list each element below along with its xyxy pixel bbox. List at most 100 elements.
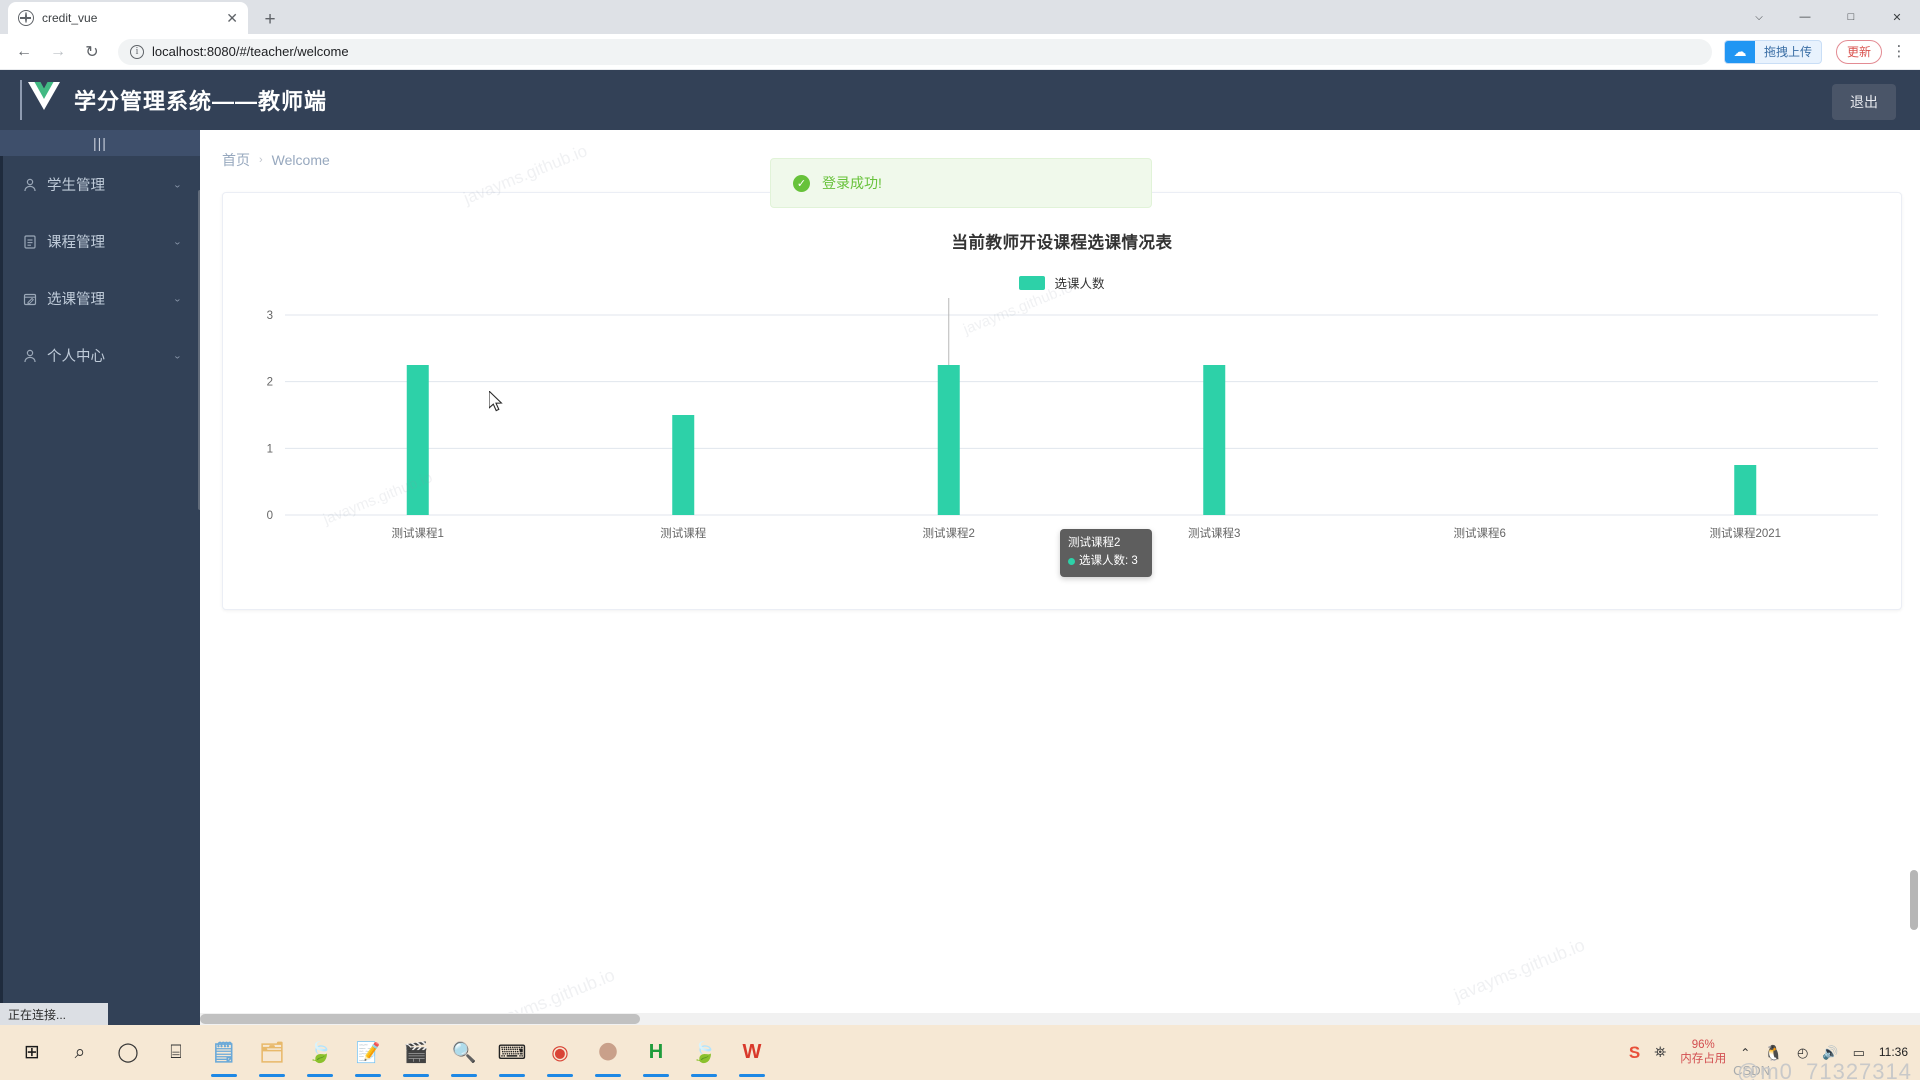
idea-app[interactable]: 🌑: [584, 1027, 632, 1079]
people-icon[interactable]: ⛯: [1654, 1044, 1666, 1061]
bar[interactable]: [1203, 365, 1226, 515]
web-page: 学分管理系统——教师端 退出 学生管理 ⌄ 课程管理 ⌄: [0, 70, 1920, 1025]
hbuilder-icon: H: [648, 1041, 664, 1063]
editor-app[interactable]: 📝: [344, 1027, 392, 1079]
address-bar-url: localhost:8080/#/teacher/welcome: [152, 44, 349, 59]
sidebar-collapse-button[interactable]: [0, 130, 200, 156]
update-button[interactable]: 更新: [1835, 39, 1882, 64]
search-button[interactable]: ⌕: [56, 1027, 104, 1079]
x-axis-tick-label: 测试课程6: [1454, 527, 1506, 540]
windows-taskbar: ⊞ ⌕ ◯ ⌸ 🗒 🗂 🍃 📝 🎬 🔍 ⌨ ◉ 🌑 H 🍃 W S ⛯ 96% 内存占用 ⌃ 🐧 ◴ 🔊 ▭ …: [0, 1025, 1920, 1080]
start-button[interactable]: ⊞: [8, 1027, 56, 1079]
task-view-icon: ⌸: [170, 1041, 182, 1063]
breadcrumb-current: Welcome: [271, 152, 330, 168]
cortana-button[interactable]: ◯: [104, 1027, 152, 1079]
spring-app[interactable]: 🍃: [680, 1027, 728, 1079]
minimize-button[interactable]: —: [1782, 0, 1828, 34]
tooltip-category: 测试课程2: [1068, 537, 1121, 549]
horizontal-scrollbar[interactable]: [200, 1013, 1920, 1025]
memory-usage-indicator[interactable]: 96% 内存占用: [1680, 1039, 1726, 1067]
video-app[interactable]: 🎬: [392, 1027, 440, 1079]
sidebar-item-label: 选课管理: [47, 292, 105, 308]
sidebar: 学生管理 ⌄ 课程管理 ⌄ 选课管理 ⌄: [0, 130, 200, 1025]
logout-button[interactable]: 退出: [1832, 84, 1896, 120]
site-info-icon[interactable]: i: [130, 44, 144, 59]
search-icon: ⌕: [74, 1041, 86, 1063]
check-circle-icon: ✓: [793, 174, 810, 192]
browser-toolbar: ← → ↻ i localhost:8080/#/teacher/welcome…: [0, 34, 1920, 70]
hbuilder-app[interactable]: H: [632, 1027, 680, 1079]
memory-label: 内存占用: [1680, 1052, 1727, 1065]
baidu-netdisk-extension[interactable]: ☁ 拖拽上传: [1723, 39, 1822, 64]
editor-icon: 📝: [355, 1042, 381, 1064]
browser-tab[interactable]: credit_vue ✕: [8, 2, 248, 34]
everything-app[interactable]: 🔍: [440, 1027, 488, 1079]
wps-icon: W: [742, 1041, 762, 1063]
spring-icon: 🍃: [691, 1042, 717, 1064]
x-axis-tick-label: 测试课程2: [923, 527, 975, 540]
file-explorer-icon: 🗂: [259, 1042, 285, 1064]
idea-icon: 🌑: [597, 1042, 619, 1064]
vertical-scrollbar-thumb[interactable]: [1910, 870, 1918, 930]
y-axis-tick-label: 2: [267, 377, 273, 389]
window-controls: ⌵ — □ ✕: [1736, 0, 1920, 34]
toast-message: 登录成功!: [822, 175, 882, 191]
main-content: 首页 › Welcome 当前教师开设课程选课情况表 选课人数 0 1 2 3 测试课程…: [200, 130, 1920, 1025]
chevron-down-icon: ⌄: [172, 180, 182, 190]
chevron-down-icon: ⌄: [172, 237, 182, 247]
calendar-edit-icon: [22, 291, 38, 307]
browser-tab-strip: credit_vue ✕ + ⌵ — □ ✕: [0, 0, 1920, 34]
chevron-down-icon: ⌄: [172, 351, 182, 361]
sidebar-item-label: 学生管理: [47, 178, 105, 194]
y-axis-tick-label: 0: [267, 510, 273, 522]
clock[interactable]: 11:36: [1879, 1045, 1908, 1060]
y-axis-tick-label: 3: [267, 310, 273, 322]
terminal-app[interactable]: ⌨: [488, 1027, 536, 1079]
chart-tooltip: 测试课程2 选课人数: 3: [1060, 529, 1152, 577]
task-view-button[interactable]: ⌸: [152, 1027, 200, 1079]
app-header: 学分管理系统——教师端 退出: [0, 70, 1920, 130]
chrome-app[interactable]: ◉: [536, 1027, 584, 1079]
x-axis-tick-label: 测试课程: [660, 527, 706, 540]
sidebar-item-course-selection-management[interactable]: 选课管理 ⌄: [0, 270, 200, 327]
new-tab-button[interactable]: +: [258, 10, 282, 29]
netdisk-icon: ☁: [1724, 40, 1755, 63]
x-axis-tick-label: 测试课程3: [1188, 527, 1240, 540]
bar[interactable]: [937, 365, 960, 515]
address-bar[interactable]: i localhost:8080/#/teacher/welcome: [118, 38, 1712, 65]
navicat-app[interactable]: 🍃: [296, 1027, 344, 1079]
sidebar-item-course-management[interactable]: 课程管理 ⌄: [0, 213, 200, 270]
close-icon[interactable]: ✕: [226, 11, 238, 25]
chevron-up-icon[interactable]: ⌃: [1740, 1046, 1750, 1060]
maximize-button[interactable]: □: [1828, 0, 1874, 34]
close-window-button[interactable]: ✕: [1874, 0, 1920, 34]
sogou-input-icon[interactable]: S: [1629, 1043, 1640, 1063]
wps-app[interactable]: W: [728, 1027, 776, 1079]
breadcrumb-home[interactable]: 首页: [222, 150, 250, 170]
horizontal-scrollbar-thumb[interactable]: [200, 1014, 640, 1024]
user-watermark: @m0_71327314: [1736, 1059, 1912, 1080]
site-watermark: javayms.github.io: [1451, 934, 1588, 1006]
file-explorer-app[interactable]: 🗂: [248, 1027, 296, 1079]
screen: credit_vue ✕ + ⌵ — □ ✕ ← → ↻ i localhost…: [0, 0, 1920, 1080]
notepad-icon: 🗒: [211, 1042, 237, 1064]
reload-icon[interactable]: ↻: [78, 38, 106, 66]
back-icon[interactable]: ←: [10, 38, 38, 66]
tooltip-value-text: 选课人数: 3: [1079, 554, 1138, 567]
everything-icon: 🔍: [451, 1042, 477, 1064]
browser-tab-title: credit_vue: [42, 11, 98, 25]
bar[interactable]: [672, 415, 695, 515]
user-icon: [22, 177, 38, 193]
bar[interactable]: [406, 365, 429, 515]
browser-menu-icon[interactable]: ⋮: [1888, 44, 1910, 59]
success-toast[interactable]: ✓ 登录成功!: [770, 158, 1152, 208]
notepad-app[interactable]: 🗒: [200, 1027, 248, 1079]
tab-search-icon[interactable]: ⌵: [1736, 0, 1782, 34]
bar[interactable]: [1734, 465, 1757, 515]
sidebar-item-personal-center[interactable]: 个人中心 ⌄: [0, 327, 200, 384]
cortana-icon: ◯: [117, 1042, 139, 1063]
sidebar-item-label: 课程管理: [47, 235, 105, 251]
sidebar-item-student-management[interactable]: 学生管理 ⌄: [0, 156, 200, 213]
forward-icon[interactable]: →: [44, 38, 72, 66]
mouse-cursor: [489, 391, 503, 412]
